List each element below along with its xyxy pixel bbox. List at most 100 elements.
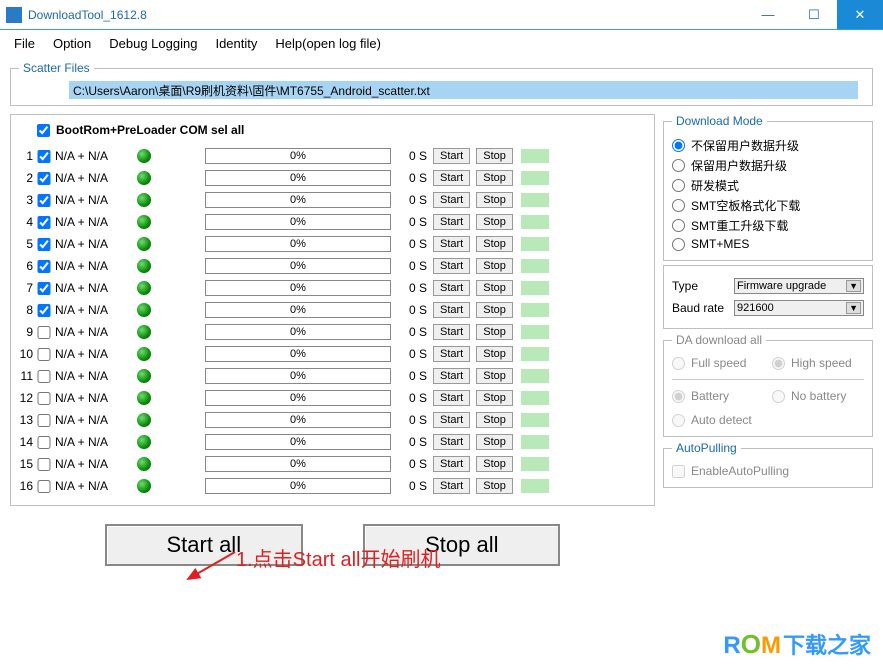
row-start-button[interactable]: Start bbox=[433, 390, 470, 406]
row-checkbox[interactable] bbox=[37, 304, 51, 317]
download-mode-radio[interactable] bbox=[672, 199, 685, 212]
download-mode-label: SMT+MES bbox=[691, 237, 749, 251]
download-mode-option[interactable]: SMT空板格式化下载 bbox=[672, 197, 864, 214]
row-time: 0 S bbox=[401, 457, 427, 471]
row-progress: 0% bbox=[205, 258, 391, 274]
autopull-legend: AutoPulling bbox=[672, 441, 741, 455]
row-start-button[interactable]: Start bbox=[433, 192, 470, 208]
row-time: 0 S bbox=[401, 259, 427, 273]
download-mode-radio[interactable] bbox=[672, 159, 685, 172]
row-stop-button[interactable]: Stop bbox=[476, 302, 513, 318]
row-start-button[interactable]: Start bbox=[433, 236, 470, 252]
download-mode-option[interactable]: SMT+MES bbox=[672, 237, 864, 251]
type-select[interactable]: Firmware upgrade▼ bbox=[734, 278, 864, 294]
row-start-button[interactable]: Start bbox=[433, 478, 470, 494]
row-com-label: N/A + N/A bbox=[55, 149, 131, 163]
enable-autopulling-checkbox bbox=[672, 465, 685, 478]
row-stop-button[interactable]: Stop bbox=[476, 434, 513, 450]
row-status-indicator bbox=[521, 171, 549, 185]
row-checkbox[interactable] bbox=[37, 238, 51, 251]
download-mode-radio[interactable] bbox=[672, 238, 685, 251]
row-stop-button[interactable]: Stop bbox=[476, 368, 513, 384]
maximize-button[interactable]: ☐ bbox=[791, 0, 837, 29]
row-checkbox[interactable] bbox=[37, 216, 51, 229]
row-stop-button[interactable]: Stop bbox=[476, 192, 513, 208]
row-stop-button[interactable]: Stop bbox=[476, 148, 513, 164]
row-start-button[interactable]: Start bbox=[433, 170, 470, 186]
row-stop-button[interactable]: Stop bbox=[476, 324, 513, 340]
close-button[interactable]: ✕ bbox=[837, 0, 883, 29]
row-checkbox[interactable] bbox=[37, 150, 51, 163]
row-start-button[interactable]: Start bbox=[433, 324, 470, 340]
baud-select[interactable]: 921600▼ bbox=[734, 300, 864, 316]
download-mode-option[interactable]: SMT重工升级下载 bbox=[672, 217, 864, 234]
row-start-button[interactable]: Start bbox=[433, 258, 470, 274]
row-com-label: N/A + N/A bbox=[55, 391, 131, 405]
row-checkbox[interactable] bbox=[37, 458, 51, 471]
row-com-label: N/A + N/A bbox=[55, 347, 131, 361]
row-start-button[interactable]: Start bbox=[433, 434, 470, 450]
menu-identity[interactable]: Identity bbox=[207, 34, 265, 53]
minimize-button[interactable]: — bbox=[745, 0, 791, 29]
row-stop-button[interactable]: Stop bbox=[476, 456, 513, 472]
da-legend: DA download all bbox=[672, 333, 766, 347]
download-mode-option[interactable]: 不保留用户数据升级 bbox=[672, 137, 864, 154]
row-number: 8 bbox=[17, 303, 33, 317]
row-start-button[interactable]: Start bbox=[433, 412, 470, 428]
row-stop-button[interactable]: Stop bbox=[476, 258, 513, 274]
scatter-path[interactable]: C:\Users\Aaron\桌面\R9刷机资料\固件\MT6755_Andro… bbox=[69, 81, 858, 99]
row-checkbox[interactable] bbox=[37, 392, 51, 405]
row-checkbox[interactable] bbox=[37, 326, 51, 339]
stop-all-button[interactable]: Stop all bbox=[363, 524, 560, 566]
download-mode-option[interactable]: 研发模式 bbox=[672, 177, 864, 194]
row-checkbox[interactable] bbox=[37, 414, 51, 427]
row-checkbox[interactable] bbox=[37, 348, 51, 361]
titlebar: DownloadTool_1612.8 — ☐ ✕ bbox=[0, 0, 883, 30]
status-led-icon bbox=[137, 259, 151, 273]
download-mode-radio[interactable] bbox=[672, 219, 685, 232]
row-start-button[interactable]: Start bbox=[433, 346, 470, 362]
download-mode-radio[interactable] bbox=[672, 139, 685, 152]
row-checkbox[interactable] bbox=[37, 172, 51, 185]
row-checkbox[interactable] bbox=[37, 480, 51, 493]
row-com-label: N/A + N/A bbox=[55, 215, 131, 229]
row-start-button[interactable]: Start bbox=[433, 214, 470, 230]
row-stop-button[interactable]: Stop bbox=[476, 478, 513, 494]
row-com-label: N/A + N/A bbox=[55, 369, 131, 383]
download-mode-option[interactable]: 保留用户数据升级 bbox=[672, 157, 864, 174]
download-mode-label: 不保留用户数据升级 bbox=[691, 137, 799, 154]
row-checkbox[interactable] bbox=[37, 260, 51, 273]
device-row: 12N/A + N/A0%0 SStartStop bbox=[17, 387, 648, 409]
row-stop-button[interactable]: Stop bbox=[476, 346, 513, 362]
select-all-checkbox[interactable] bbox=[37, 124, 50, 137]
row-stop-button[interactable]: Stop bbox=[476, 390, 513, 406]
download-mode-legend: Download Mode bbox=[672, 114, 767, 128]
row-start-button[interactable]: Start bbox=[433, 148, 470, 164]
menu-file[interactable]: File bbox=[6, 34, 43, 53]
row-progress: 0% bbox=[205, 302, 391, 318]
menu-option[interactable]: Option bbox=[45, 34, 99, 53]
download-mode-radio[interactable] bbox=[672, 179, 685, 192]
menu-help[interactable]: Help(open log file) bbox=[267, 34, 389, 53]
row-checkbox[interactable] bbox=[37, 194, 51, 207]
app-icon bbox=[6, 7, 22, 23]
menu-debug[interactable]: Debug Logging bbox=[101, 34, 205, 53]
row-checkbox[interactable] bbox=[37, 370, 51, 383]
device-panel: BootRom+PreLoader COM sel all 1N/A + N/A… bbox=[10, 114, 655, 506]
device-row: 8N/A + N/A0%0 SStartStop bbox=[17, 299, 648, 321]
row-time: 0 S bbox=[401, 281, 427, 295]
row-start-button[interactable]: Start bbox=[433, 280, 470, 296]
row-start-button[interactable]: Start bbox=[433, 456, 470, 472]
row-stop-button[interactable]: Stop bbox=[476, 170, 513, 186]
row-start-button[interactable]: Start bbox=[433, 302, 470, 318]
row-start-button[interactable]: Start bbox=[433, 368, 470, 384]
row-stop-button[interactable]: Stop bbox=[476, 280, 513, 296]
row-checkbox[interactable] bbox=[37, 282, 51, 295]
row-checkbox[interactable] bbox=[37, 436, 51, 449]
row-progress: 0% bbox=[205, 368, 391, 384]
row-stop-button[interactable]: Stop bbox=[476, 214, 513, 230]
baud-label: Baud rate bbox=[672, 301, 728, 315]
row-stop-button[interactable]: Stop bbox=[476, 412, 513, 428]
row-stop-button[interactable]: Stop bbox=[476, 236, 513, 252]
row-status-indicator bbox=[521, 435, 549, 449]
